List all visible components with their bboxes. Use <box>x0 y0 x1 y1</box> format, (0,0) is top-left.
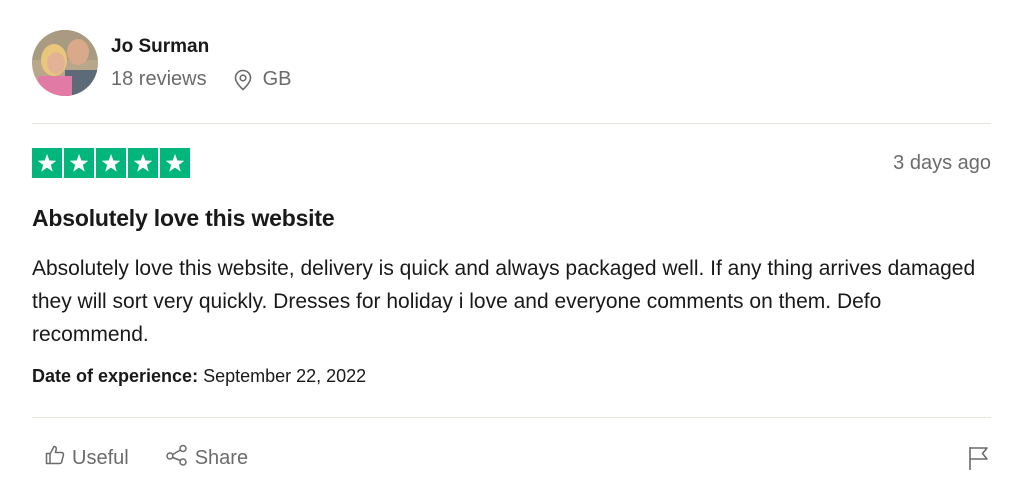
review-count: 18 reviews <box>111 68 207 90</box>
useful-button[interactable]: Useful <box>44 444 129 472</box>
useful-label: Useful <box>72 446 129 469</box>
review-title[interactable]: Absolutely love this website <box>32 205 335 232</box>
star-icon <box>64 148 94 178</box>
date-of-experience: Date of experience: September 22, 2022 <box>32 366 366 387</box>
star-rating <box>32 148 190 178</box>
share-label: Share <box>194 446 249 469</box>
reviewer-meta: 18 reviews GB <box>111 68 292 91</box>
location-pin-icon <box>233 69 253 91</box>
star-icon <box>32 148 62 178</box>
star-icon <box>160 148 190 178</box>
review-date: 3 days ago <box>893 152 991 174</box>
star-icon <box>128 148 158 178</box>
avatar[interactable] <box>32 30 98 96</box>
divider <box>32 417 991 418</box>
experience-date: September 22, 2022 <box>203 366 367 386</box>
divider <box>32 123 991 124</box>
star-icon <box>96 148 126 178</box>
experience-label: Date of experience: <box>32 366 199 386</box>
review-card: Jo Surman 18 reviews GB 3 days ago Absol… <box>32 0 991 500</box>
review-body: Absolutely love this website, delivery i… <box>32 257 976 346</box>
share-button[interactable]: Share <box>165 444 248 472</box>
reviewer-name[interactable]: Jo Surman <box>111 36 209 58</box>
review-actions: Useful Share <box>44 444 284 472</box>
flag-icon[interactable] <box>967 445 991 471</box>
thumbs-up-icon <box>44 444 72 472</box>
share-icon <box>165 444 195 472</box>
reviewer-info: Jo Surman 18 reviews GB <box>32 30 991 100</box>
reviewer-country: GB <box>262 68 292 90</box>
